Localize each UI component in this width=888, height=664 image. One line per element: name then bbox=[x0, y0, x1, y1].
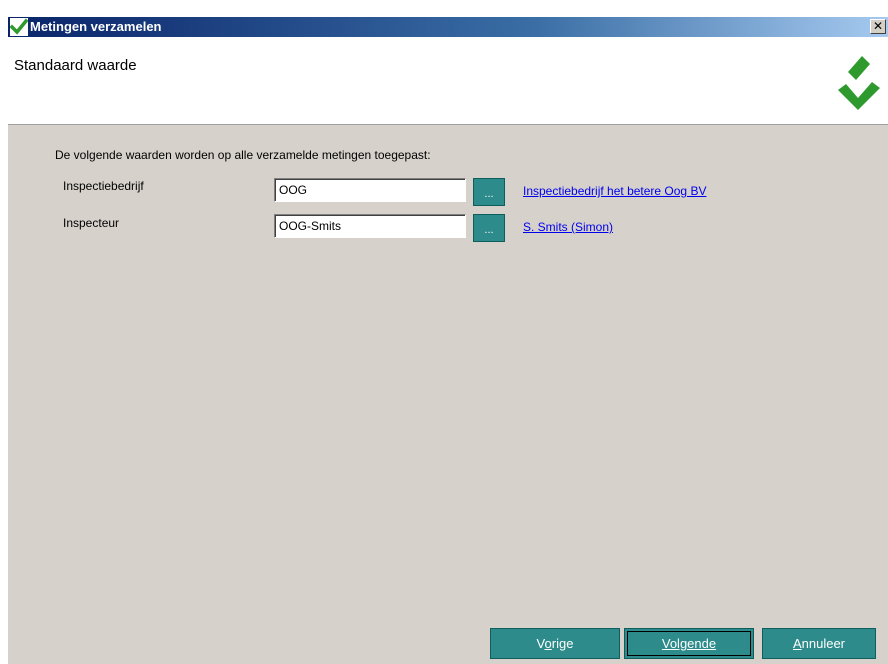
cancel-button[interactable]: Annuleer bbox=[762, 628, 876, 659]
inspectiebedrijf-lookup-button[interactable]: ... bbox=[473, 178, 505, 206]
window-title: Metingen verzamelen bbox=[30, 19, 162, 34]
checkmark-icon bbox=[10, 18, 28, 36]
wizard-header: Standaard waarde bbox=[8, 37, 888, 125]
inspectiebedrijf-input[interactable] bbox=[274, 178, 466, 202]
inspecteur-input[interactable] bbox=[274, 214, 466, 238]
inspecteur-link[interactable]: S. Smits (Simon) bbox=[523, 220, 613, 234]
close-icon: ✕ bbox=[872, 19, 884, 33]
inspectiebedrijf-link[interactable]: Inspectiebedrijf het betere Oog BV bbox=[523, 184, 706, 198]
page-title: Standaard waarde bbox=[14, 57, 137, 74]
title-bar: Metingen verzamelen ✕ bbox=[8, 17, 888, 37]
back-button[interactable]: Vorige bbox=[490, 628, 620, 659]
inspectiebedrijf-label: Inspectiebedrijf bbox=[63, 179, 144, 193]
intro-text: De volgende waarden worden op alle verza… bbox=[55, 148, 431, 162]
close-button[interactable]: ✕ bbox=[870, 19, 886, 34]
checkmark-logo-icon bbox=[838, 56, 880, 110]
inspecteur-label: Inspecteur bbox=[63, 216, 120, 230]
wizard-window: Metingen verzamelen ✕ Standaard waarde D… bbox=[8, 17, 888, 664]
next-button[interactable]: Volgende bbox=[624, 628, 754, 659]
inspecteur-lookup-button[interactable]: ... bbox=[473, 214, 505, 242]
